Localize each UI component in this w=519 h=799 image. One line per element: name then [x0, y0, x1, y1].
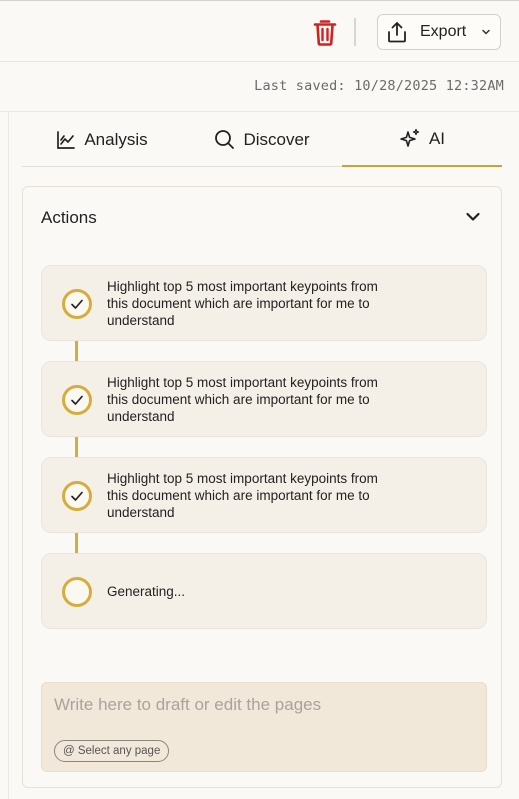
step-complete-check-icon — [62, 481, 92, 511]
step-text: Highlight top 5 most important keypoints… — [107, 279, 378, 328]
step-text: Generating... — [107, 584, 186, 599]
timeline-connector — [75, 302, 78, 592]
tab-discover[interactable]: Discover — [182, 112, 342, 167]
draft-input[interactable] — [54, 693, 474, 717]
tab-analysis[interactable]: Analysis — [22, 112, 182, 167]
last-saved-text: Last saved: 10/28/2025 12:32AM — [254, 78, 504, 94]
tab-bar: Analysis Discover AI — [22, 112, 502, 167]
chevron-down-icon — [480, 26, 492, 38]
step-text: Highlight top 5 most important keypoints… — [107, 375, 378, 424]
select-page-chip[interactable]: @ Select any page — [54, 740, 170, 762]
actions-panel: Actions Highlight top 5 most important k… — [22, 186, 502, 788]
chart-line-icon — [56, 130, 76, 150]
delete-button[interactable] — [311, 16, 339, 48]
tab-ai-label: AI — [428, 128, 446, 148]
tab-ai[interactable]: AI — [342, 112, 502, 167]
top-toolbar: Export — [0, 0, 519, 62]
action-step-1: Highlight top 5 most important keypoints… — [41, 265, 487, 341]
share-upload-icon — [387, 21, 407, 43]
step-complete-check-icon — [62, 385, 92, 415]
action-step-3: Highlight top 5 most important keypoints… — [41, 457, 487, 533]
export-label: Export — [420, 23, 467, 40]
tab-analysis-label: Analysis — [84, 129, 148, 149]
trash-icon — [313, 20, 337, 46]
draft-composer: @ Select any page — [41, 682, 487, 772]
step-complete-check-icon — [62, 289, 92, 319]
collapse-chevron-icon[interactable] — [465, 211, 481, 223]
toolbar-divider — [354, 18, 356, 46]
step-pending-circle-icon — [62, 577, 92, 607]
action-step-4: Generating... — [41, 553, 487, 629]
export-button[interactable]: Export — [377, 14, 501, 50]
actions-title: Actions — [41, 208, 97, 227]
sparkles-icon — [399, 128, 421, 150]
step-text: Highlight top 5 most important keypoints… — [107, 471, 378, 520]
panel-left-border — [8, 112, 9, 799]
tab-discover-label: Discover — [243, 129, 310, 149]
save-status-bar: Last saved: 10/28/2025 12:32AM — [0, 62, 519, 112]
search-icon — [214, 129, 235, 150]
action-step-2: Highlight top 5 most important keypoints… — [41, 361, 487, 437]
